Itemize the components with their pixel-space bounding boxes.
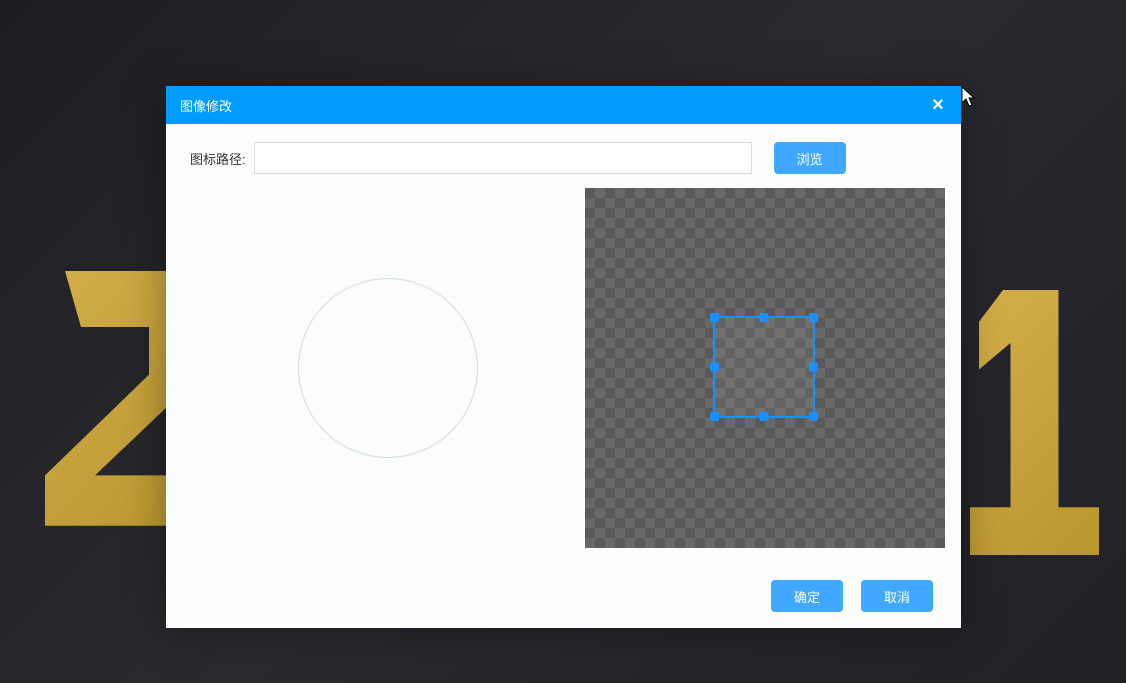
crop-handle-w[interactable] — [710, 363, 719, 372]
close-icon[interactable]: × — [927, 94, 949, 116]
crop-selection[interactable] — [713, 316, 815, 418]
modal-footer: 确定 取消 — [166, 564, 961, 628]
modal-titlebar: 图像修改 × — [166, 86, 961, 124]
ok-button[interactable]: 确定 — [771, 580, 843, 612]
crop-handle-e[interactable] — [809, 363, 818, 372]
modal-body: 图标路径: 浏览 — [166, 124, 961, 564]
cancel-button[interactable]: 取消 — [861, 580, 933, 612]
crop-handle-sw[interactable] — [710, 412, 719, 421]
image-edit-modal: 图像修改 × 图标路径: 浏览 — [166, 86, 961, 628]
crop-handle-ne[interactable] — [809, 313, 818, 322]
crop-canvas[interactable] — [585, 188, 945, 548]
icon-path-input[interactable] — [254, 142, 752, 174]
crop-handle-nw[interactable] — [710, 313, 719, 322]
circle-preview — [298, 278, 478, 458]
crop-handle-n[interactable] — [760, 313, 769, 322]
background-digit-1 — [961, 290, 1111, 555]
browse-button[interactable]: 浏览 — [774, 142, 846, 174]
icon-path-label: 图标路径: — [190, 149, 246, 168]
circle-preview-pane — [190, 188, 585, 548]
icon-path-row: 图标路径: 浏览 — [190, 142, 945, 174]
modal-title: 图像修改 — [180, 96, 232, 115]
preview-row — [190, 188, 945, 548]
crop-handle-se[interactable] — [809, 412, 818, 421]
crop-handle-s[interactable] — [760, 412, 769, 421]
